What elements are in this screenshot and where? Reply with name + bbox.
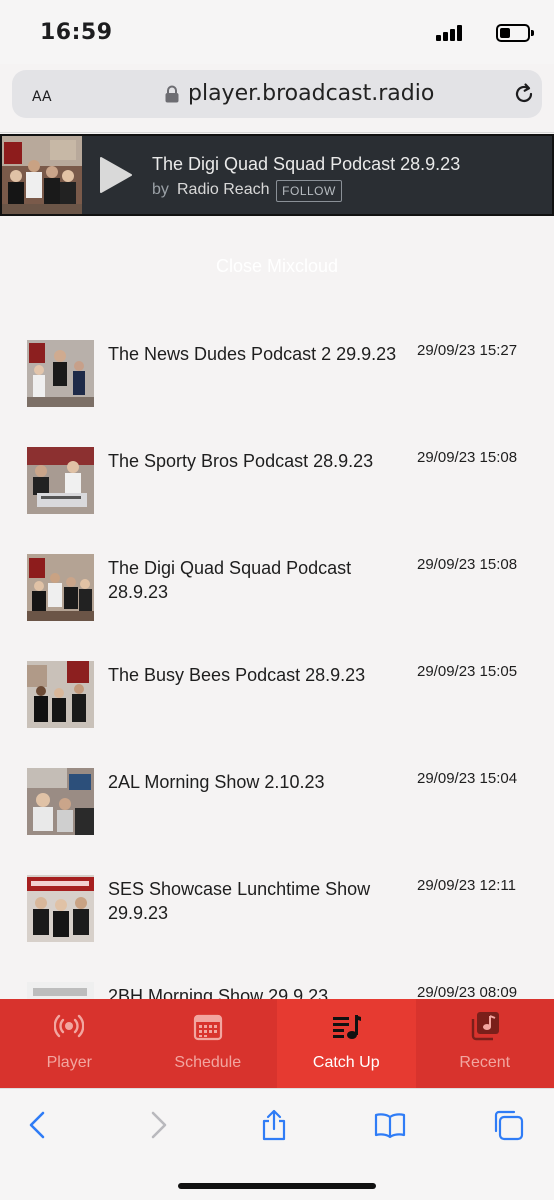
show-title: The News Dudes Podcast 2 29.9.23 bbox=[108, 344, 397, 364]
show-date: 29/09/23 15:04 bbox=[417, 770, 518, 787]
mixcloud-author-link[interactable]: Radio Reach bbox=[177, 181, 270, 199]
mixcloud-track-title[interactable]: The Digi Quad Squad Podcast 28.9.23 bbox=[152, 154, 460, 175]
reload-icon[interactable] bbox=[512, 82, 536, 106]
catchup-list-item[interactable]: The Digi Quad Squad Podcast 28.9.23 29/0… bbox=[0, 554, 554, 634]
show-artwork bbox=[2, 136, 82, 214]
forward-icon[interactable] bbox=[142, 1109, 174, 1141]
show-date: 29/09/23 15:08 bbox=[417, 449, 518, 466]
show-thumbnail bbox=[27, 661, 94, 728]
battery-icon bbox=[496, 24, 534, 42]
lock-icon bbox=[165, 85, 179, 103]
show-thumbnail bbox=[27, 447, 94, 514]
status-time: 16:59 bbox=[40, 20, 113, 45]
back-icon[interactable] bbox=[22, 1109, 54, 1141]
playlist-icon bbox=[333, 1015, 362, 1039]
show-date: 29/09/23 15:08 bbox=[417, 556, 518, 573]
close-mixcloud-link[interactable]: Close Mixcloud bbox=[0, 256, 554, 277]
play-button[interactable] bbox=[84, 136, 148, 214]
text-size-button[interactable]: AA bbox=[32, 82, 52, 106]
show-title: The Busy Bees Podcast 28.9.23 bbox=[108, 665, 366, 685]
mixcloud-by-label: by bbox=[152, 181, 169, 198]
show-thumbnail bbox=[27, 768, 94, 835]
tab-schedule[interactable]: Schedule bbox=[139, 999, 278, 1088]
catchup-list-item[interactable]: The Busy Bees Podcast 28.9.23 29/09/23 1… bbox=[0, 661, 554, 741]
tab-label: Catch Up bbox=[312, 1054, 380, 1071]
show-thumbnail bbox=[27, 554, 94, 621]
show-title: 2AL Morning Show 2.10.23 bbox=[108, 772, 325, 792]
app-tab-bar: Player Schedule Catch Up Recent bbox=[0, 999, 554, 1088]
divider bbox=[0, 132, 554, 133]
show-title: SES Showcase Lunchtime Show 29.9.23 bbox=[108, 879, 371, 923]
show-title: The Digi Quad Squad Podcast 28.9.23 bbox=[108, 558, 352, 602]
tab-player[interactable]: Player bbox=[0, 999, 139, 1088]
broadcast-icon bbox=[54, 1014, 85, 1038]
show-title: The Sporty Bros Podcast 28.9.23 bbox=[108, 451, 374, 471]
music-library-icon bbox=[471, 1012, 499, 1041]
play-icon bbox=[100, 157, 132, 193]
show-thumbnail bbox=[27, 875, 94, 942]
tab-catch-up[interactable]: Catch Up bbox=[277, 999, 416, 1088]
address-bar[interactable]: AA player.broadcast.radio bbox=[12, 70, 542, 118]
catchup-list-item[interactable]: 2AL Morning Show 2.10.23 29/09/23 15:04 bbox=[0, 768, 554, 848]
home-indicator bbox=[178, 1183, 376, 1189]
show-date: 29/09/23 15:05 bbox=[417, 663, 518, 680]
catchup-list-item[interactable]: The Sporty Bros Podcast 28.9.23 29/09/23… bbox=[0, 447, 554, 527]
cellular-signal-icon bbox=[436, 25, 464, 41]
tab-label: Schedule bbox=[174, 1054, 242, 1071]
show-thumbnail bbox=[27, 340, 94, 407]
mixcloud-player: The Digi Quad Squad Podcast 28.9.23 by R… bbox=[0, 134, 554, 216]
follow-button[interactable]: FOLLOW bbox=[276, 180, 342, 202]
tab-label: Player bbox=[46, 1054, 92, 1071]
tab-label: Recent bbox=[459, 1054, 511, 1071]
show-date: 29/09/23 15:27 bbox=[417, 342, 518, 359]
tabs-icon[interactable] bbox=[492, 1109, 524, 1141]
bookmarks-icon[interactable] bbox=[374, 1109, 406, 1141]
calendar-icon bbox=[193, 1014, 222, 1041]
text-size-label: AA bbox=[32, 89, 52, 105]
show-date: 29/09/23 12:11 bbox=[417, 877, 516, 894]
status-bar: 16:59 bbox=[0, 0, 554, 64]
share-icon[interactable] bbox=[258, 1109, 290, 1141]
url-text[interactable]: player.broadcast.radio bbox=[188, 81, 434, 106]
catchup-list-item[interactable]: SES Showcase Lunchtime Show 29.9.23 29/0… bbox=[0, 875, 554, 955]
catchup-list-item[interactable]: The News Dudes Podcast 2 29.9.23 29/09/2… bbox=[0, 340, 554, 420]
tab-recent[interactable]: Recent bbox=[416, 999, 554, 1088]
